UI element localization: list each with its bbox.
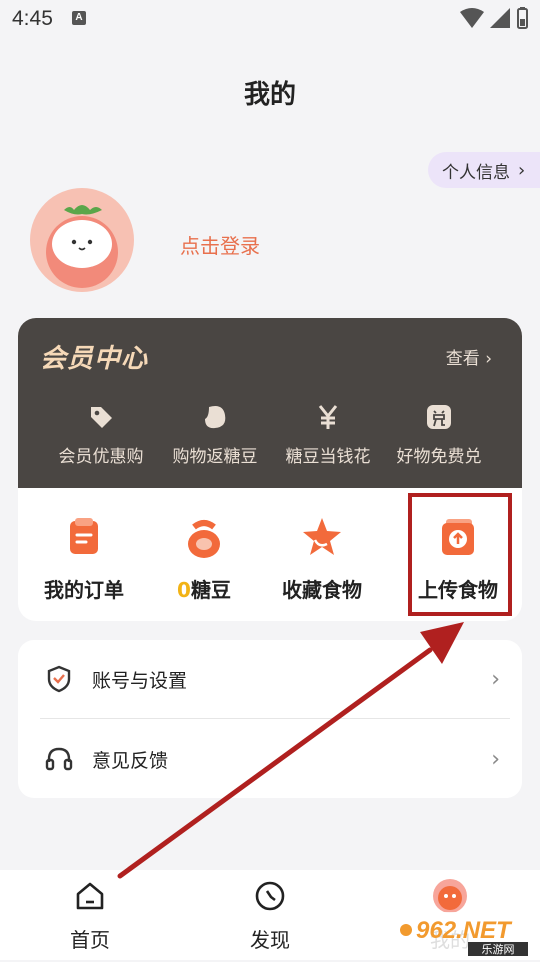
benefit-label: 购物返糖豆 xyxy=(172,447,258,467)
profile-info-button[interactable]: 个人信息 › xyxy=(428,152,540,188)
benefit-label: 好物免费兑 xyxy=(396,447,482,467)
star-icon xyxy=(260,514,384,560)
profile-info-label: 个人信息 xyxy=(442,162,510,183)
bean-bag-icon xyxy=(142,514,266,560)
settings-label: 意见反馈 xyxy=(92,749,169,772)
settings-label: 账号与设置 xyxy=(92,669,188,692)
shortcut-label: 0糖豆 xyxy=(142,574,266,603)
headset-icon xyxy=(44,746,74,772)
benefit-label: 糖豆当钱花 xyxy=(285,447,371,467)
nav-home[interactable]: 首页 xyxy=(35,878,145,953)
status-time: 4:45 xyxy=(12,7,53,30)
shortcut-label: 我的订单 xyxy=(44,578,124,602)
benefit-free-redeem[interactable]: 好物免费兑 xyxy=(379,400,499,467)
settings-card: 账号与设置 › 意见反馈 › xyxy=(18,640,522,798)
benefit-shopping-beans[interactable]: 购物返糖豆 xyxy=(155,400,275,467)
benefit-beans-as-cash[interactable]: 糖豆当钱花 xyxy=(268,400,388,467)
avatar[interactable] xyxy=(30,188,134,292)
benefit-label: 会员优惠购 xyxy=(58,447,144,467)
wifi-icon xyxy=(460,8,484,28)
chevron-right-icon: › xyxy=(491,746,500,772)
watermark-sub: 乐游网 xyxy=(482,943,515,956)
nav-discover[interactable]: 发现 xyxy=(215,878,325,953)
settings-row-feedback[interactable]: 意见反馈 › xyxy=(18,720,522,798)
chevron-right-icon: › xyxy=(491,666,500,692)
member-center-panel[interactable]: 会员中心 查看 › 会员优惠购 购物返糖豆 糖豆当钱花 好物免费兑 xyxy=(18,318,522,488)
bean-label: 糖豆 xyxy=(190,578,231,602)
bean-count: 0 xyxy=(177,578,191,602)
notification-icon: A xyxy=(72,11,86,25)
benefit-member-discount[interactable]: 会员优惠购 xyxy=(41,400,161,467)
watermark-brand: 962.NET xyxy=(416,917,513,944)
site-watermark: 962.NET 乐游网 xyxy=(396,912,532,958)
redeem-icon xyxy=(379,400,499,434)
bean-icon xyxy=(155,400,275,434)
divider xyxy=(40,718,510,719)
signal-icon xyxy=(490,8,510,28)
shortcut-my-orders[interactable]: 我的订单 xyxy=(22,514,146,603)
shield-icon xyxy=(44,665,74,693)
status-bar: 4:45 A xyxy=(0,0,540,40)
member-center-title: 会员中心 xyxy=(40,344,149,374)
yen-icon xyxy=(268,400,388,434)
highlight-box xyxy=(408,493,512,616)
member-view-label: 查看 xyxy=(445,349,480,369)
login-link[interactable]: 点击登录 xyxy=(180,230,260,259)
nav-label: 首页 xyxy=(70,928,110,952)
settings-row-account[interactable]: 账号与设置 › xyxy=(18,640,522,718)
page-title: 我的 xyxy=(243,80,296,110)
shortcut-beans[interactable]: 0糖豆 xyxy=(142,514,266,603)
order-icon xyxy=(22,514,146,560)
battery-icon xyxy=(517,7,528,29)
status-icons xyxy=(458,6,530,36)
member-view-link[interactable]: 查看 › xyxy=(446,344,492,369)
chevron-right-icon: › xyxy=(518,159,526,181)
chevron-right-icon: › xyxy=(485,349,492,369)
shortcut-label: 收藏食物 xyxy=(282,578,362,602)
shortcut-favorite-food[interactable]: 收藏食物 xyxy=(260,514,384,603)
compass-icon xyxy=(215,878,325,914)
nav-label: 发现 xyxy=(250,928,290,952)
profile-tab-icon xyxy=(395,878,505,914)
home-icon xyxy=(35,878,145,914)
tomato-mascot-icon xyxy=(46,205,118,288)
tag-icon xyxy=(41,400,161,434)
